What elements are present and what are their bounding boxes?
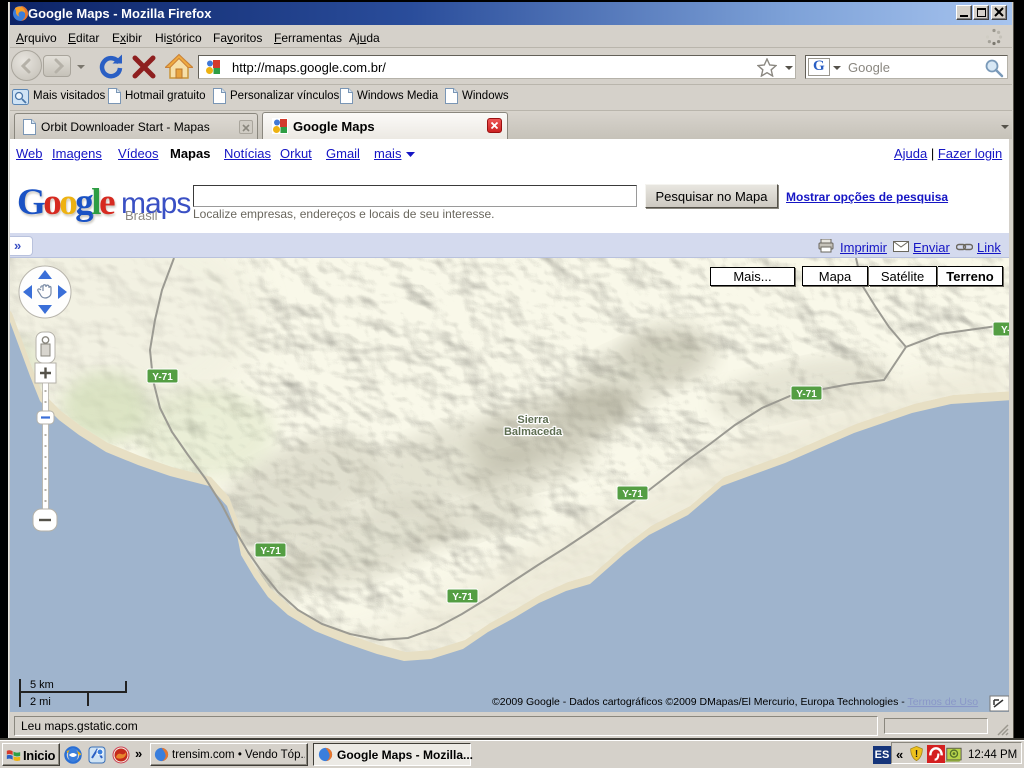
svg-text:©2009 Google - Dados cartográf: ©2009 Google - Dados cartográficos ©2009… bbox=[492, 696, 978, 708]
svg-text:Y-71: Y-71 bbox=[152, 372, 173, 383]
svg-text:Sierra: Sierra bbox=[517, 414, 549, 426]
svg-text:Y-71: Y-71 bbox=[622, 489, 643, 500]
svg-text:Balmaceda: Balmaceda bbox=[504, 426, 563, 438]
svg-text:5 km: 5 km bbox=[30, 679, 54, 691]
svg-text:Y-7: Y-7 bbox=[1001, 325, 1009, 336]
svg-text:!: ! bbox=[915, 749, 918, 760]
svg-text:Y-71: Y-71 bbox=[260, 546, 281, 557]
svg-text:Y-71: Y-71 bbox=[796, 389, 817, 400]
svg-text:Y-71: Y-71 bbox=[452, 592, 473, 603]
svg-text:2 mi: 2 mi bbox=[30, 696, 51, 708]
